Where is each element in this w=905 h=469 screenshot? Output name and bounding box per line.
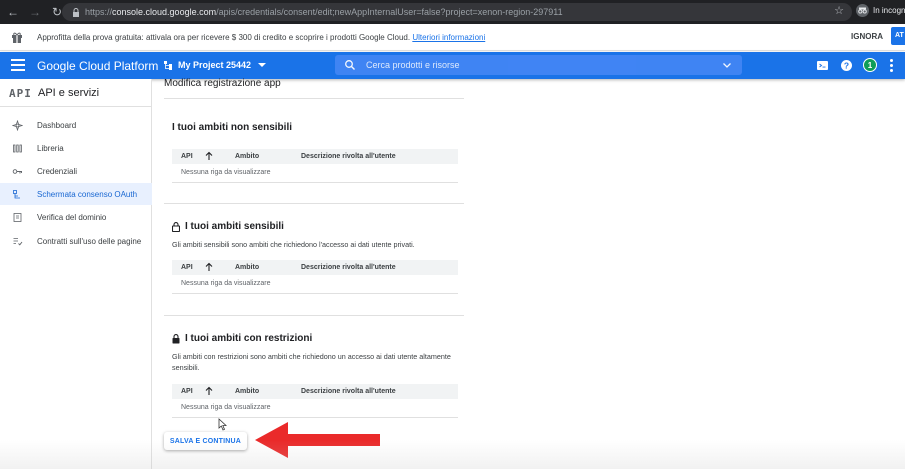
back-icon[interactable]: ←: [4, 3, 22, 21]
forward-icon[interactable]: →: [26, 3, 44, 21]
table-header: API Ambito Descrizione rivolta all'utent…: [172, 149, 458, 164]
empty-table-message: Nessuna riga da visualizzare: [181, 280, 271, 287]
section-description: Gli ambiti con restrizioni sono ambiti c…: [172, 352, 451, 372]
empty-table-message: Nessuna riga da visualizzare: [181, 404, 271, 411]
project-hierarchy-icon: [164, 60, 172, 70]
sidebar-title: API e servizi: [38, 87, 100, 99]
chevron-down-icon: [258, 63, 267, 67]
restricted-scopes-section: I tuoi ambiti con restrizioni Gli ambiti…: [164, 316, 464, 420]
incognito-indicator[interactable]: In incogn: [856, 4, 905, 17]
consent-icon: [13, 189, 20, 198]
bookmark-star-icon[interactable]: ☆: [834, 4, 844, 17]
cloud-shell-icon[interactable]: [816, 59, 829, 72]
banner-message: Approfitta della prova gratuita: attival…: [37, 33, 486, 42]
section-title: I tuoi ambiti sensibili: [172, 221, 284, 232]
table-header: API Ambito Descrizione rivolta all'utent…: [172, 384, 458, 399]
sidebar-item-oauth-consent[interactable]: Schermata consenso OAuth: [0, 183, 152, 205]
notifications-badge[interactable]: 1: [863, 58, 877, 72]
dismiss-button[interactable]: IGNORA: [851, 32, 883, 41]
column-api[interactable]: API: [181, 264, 193, 271]
table-bottom-border: [172, 293, 458, 294]
sort-arrow-up-icon[interactable]: [205, 151, 213, 161]
browser-toolbar: ← → ↻ https://console.cloud.google.com/a…: [0, 0, 905, 24]
dashboard-icon: [12, 119, 23, 131]
sidebar: API API e servizi Dashboard Libreria Cre: [0, 79, 152, 469]
column-description[interactable]: Descrizione rivolta all'utente: [301, 388, 396, 395]
console-header: Google Cloud Platform My Project 25442 C…: [0, 52, 905, 79]
column-ambito[interactable]: Ambito: [235, 388, 259, 395]
section-title: I tuoi ambiti non sensibili: [172, 122, 293, 133]
activate-button[interactable]: AT: [891, 27, 905, 45]
page-title: Modifica registrazione app: [164, 78, 281, 89]
empty-table-message: Nessuna riga da visualizzare: [181, 169, 271, 176]
project-selector[interactable]: My Project 25442: [164, 60, 267, 70]
url-text: https://console.cloud.google.com/apis/cr…: [85, 7, 563, 17]
sidebar-item-label: Libreria: [37, 143, 64, 153]
screen: ← → ↻ https://console.cloud.google.com/a…: [0, 0, 905, 469]
learn-more-link[interactable]: Ulteriori informazioni: [412, 33, 485, 42]
help-icon[interactable]: ?: [840, 59, 853, 72]
sort-arrow-up-icon[interactable]: [205, 386, 213, 396]
lock-icon: [73, 7, 79, 17]
lock-filled-icon: [172, 333, 180, 343]
key-icon: [12, 168, 22, 174]
table-bottom-border: [172, 182, 458, 183]
chevron-down-icon[interactable]: [722, 60, 732, 70]
project-name: My Project 25442: [178, 60, 252, 70]
sidebar-item-label: Verifica del dominio: [37, 212, 107, 222]
search-bar[interactable]: [335, 55, 742, 75]
sidebar-item-label: Dashboard: [37, 120, 77, 130]
sidebar-item-dashboard[interactable]: Dashboard: [0, 114, 152, 136]
address-bar[interactable]: https://console.cloud.google.com/apis/cr…: [62, 3, 852, 21]
library-icon: [13, 144, 22, 152]
sidebar-item-credentials[interactable]: Credenziali: [0, 160, 152, 182]
product-title[interactable]: Google Cloud Platform: [37, 59, 158, 73]
section-title: I tuoi ambiti con restrizioni: [172, 333, 312, 344]
table-header: API Ambito Descrizione rivolta all'utent…: [172, 260, 458, 275]
save-and-continue-button[interactable]: SALVA E CONTINUA: [164, 432, 247, 450]
svg-text:?: ?: [844, 61, 849, 71]
api-logo: API: [9, 87, 32, 100]
domain-icon: [13, 212, 22, 222]
column-api[interactable]: API: [181, 388, 193, 395]
column-description[interactable]: Descrizione rivolta all'utente: [301, 153, 396, 160]
sidebar-item-label: Credenziali: [37, 166, 78, 176]
sidebar-item-library[interactable]: Libreria: [0, 137, 152, 159]
incognito-icon: [856, 4, 869, 17]
menu-icon[interactable]: [11, 59, 25, 71]
red-arrow-annotation: [255, 422, 380, 458]
column-api[interactable]: API: [181, 153, 193, 160]
incognito-label: In incogn: [873, 6, 905, 15]
column-ambito[interactable]: Ambito: [235, 153, 259, 160]
more-vert-icon[interactable]: [890, 59, 894, 72]
gift-icon: [12, 32, 22, 43]
lock-icon: [172, 221, 180, 232]
non-sensitive-scopes-section: I tuoi ambiti non sensibili API Ambito D…: [164, 99, 464, 203]
sidebar-item-domain-verification[interactable]: Verifica del dominio: [0, 206, 152, 228]
sidebar-item-label: Contratti sull'uso delle pagine: [37, 236, 142, 246]
column-description[interactable]: Descrizione rivolta all'utente: [301, 264, 396, 271]
trial-banner: Approfitta della prova gratuita: attival…: [0, 24, 905, 51]
search-input[interactable]: [366, 58, 706, 72]
sidebar-item-label: Schermata consenso OAuth: [37, 189, 138, 199]
table-bottom-border: [172, 417, 458, 418]
section-description: Gli ambiti sensibili sono ambiti che ric…: [172, 240, 415, 249]
sidebar-item-page-agreements[interactable]: Contratti sull'uso delle pagine: [0, 230, 152, 252]
agreements-icon: [13, 237, 23, 245]
mouse-cursor-icon: [218, 418, 227, 431]
search-icon: [345, 60, 355, 70]
sensitive-scopes-section: I tuoi ambiti sensibili Gli ambiti sensi…: [164, 204, 464, 314]
sidebar-header: API API e servizi: [0, 79, 152, 107]
sort-arrow-up-icon[interactable]: [205, 262, 213, 272]
column-ambito[interactable]: Ambito: [235, 264, 259, 271]
